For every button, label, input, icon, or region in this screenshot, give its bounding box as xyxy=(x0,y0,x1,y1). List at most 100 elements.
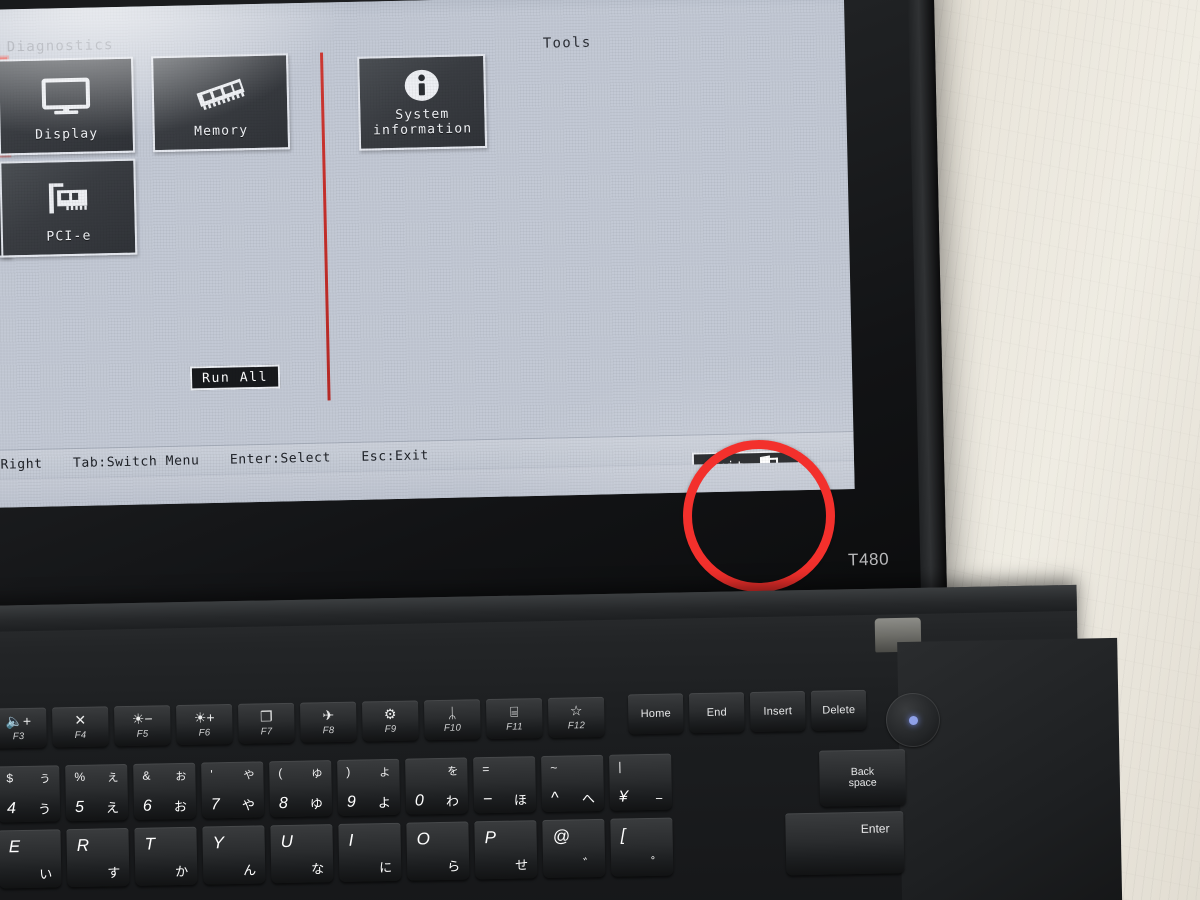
key-f3[interactable]: 🔈+ F3 xyxy=(0,707,47,749)
key-number-8[interactable]: (ゆ 8 ゆ xyxy=(269,760,333,818)
key-fn-label: F6 xyxy=(198,727,211,739)
key-primary-glyph: I xyxy=(348,830,354,850)
key-f6[interactable]: ☀+ F6 xyxy=(176,703,233,746)
key-kana-glyph: や xyxy=(241,797,256,813)
key-primary-glyph: P xyxy=(484,827,497,848)
diagnostic-tile-label-display: Display xyxy=(34,126,99,143)
bios-key-hints: :Left/Right Tab:Switch Menu Enter:Select… xyxy=(0,447,451,473)
key-number-7[interactable]: ' や 7 や xyxy=(201,761,265,819)
key-kana-glyph: へ xyxy=(581,791,596,807)
key-r[interactable]: Rす xyxy=(66,827,130,888)
diagnostic-tile-display[interactable]: Display xyxy=(0,56,136,156)
key-fn-label: F9 xyxy=(384,723,397,736)
key-p[interactable]: Pせ xyxy=(474,820,538,880)
key-o[interactable]: Oら xyxy=(406,821,470,881)
key-primary-glyph: 0 xyxy=(414,792,424,810)
tools-tile-label-system-information: System information xyxy=(372,106,473,139)
mic-mute-icon: ✕ xyxy=(74,711,87,729)
diagnostic-tile-memory[interactable]: Memory xyxy=(151,53,291,153)
key-number-5[interactable]: % え 5 え xyxy=(65,763,129,822)
key-number-−[interactable]: = − ほ xyxy=(473,756,537,814)
key-backspace[interactable]: Back space xyxy=(819,749,907,807)
run-all-button[interactable]: Run All xyxy=(189,364,281,391)
key-primary-glyph: [ xyxy=(620,825,626,845)
run-all-label: Run All xyxy=(201,369,269,386)
key-kana-glyph: い xyxy=(39,866,53,882)
key-kana-shift-glyph: え xyxy=(107,772,119,785)
key-primary-glyph: 9 xyxy=(346,793,356,811)
key-number-0[interactable]: を 0 わ xyxy=(405,757,469,815)
key-f8[interactable]: ✈ F8 xyxy=(300,701,357,743)
key-primary-glyph: T xyxy=(144,834,156,854)
tools-tile-system-information[interactable]: System information xyxy=(357,53,488,151)
key-kana-glyph: か xyxy=(175,863,189,880)
key-primary-glyph: U xyxy=(280,831,294,852)
key-fn-label: F3 xyxy=(12,730,25,743)
key-kana-shift-glyph: お xyxy=(175,770,187,784)
keyboard-number-row: #あ3あ$う4う%え5え&お6お'や7や(ゆ8ゆ)よ9よを0わ=−ほ~^へ|¥− xyxy=(0,753,673,824)
key-shift-glyph: $ xyxy=(6,771,14,786)
key-f4[interactable]: ✕ F4 xyxy=(52,706,109,748)
key-u[interactable]: Uな xyxy=(270,824,334,884)
key-enter[interactable]: Enter xyxy=(785,811,905,876)
key-f9[interactable]: ⚙ F9 xyxy=(361,700,419,742)
key-y[interactable]: Yん xyxy=(202,825,266,885)
key-insert[interactable]: Insert xyxy=(749,690,806,733)
key-kana-shift-glyph: ゆ xyxy=(311,768,323,781)
key-f12[interactable]: ☆ F12 xyxy=(547,696,605,738)
bezel-model-label: T480 xyxy=(847,549,890,570)
key-label: Enter xyxy=(860,821,890,836)
key-i[interactable]: Iに xyxy=(338,822,402,882)
key-e[interactable]: Eい xyxy=(0,829,62,889)
keyboard-nav-keys: Home End Insert Delete xyxy=(627,689,867,735)
key-kana-glyph: え xyxy=(105,800,120,816)
key-primary-glyph: E xyxy=(8,837,21,857)
key-primary-glyph: 6 xyxy=(142,797,153,815)
key-f11[interactable]: ⌸ F11 xyxy=(485,698,543,740)
key-label: End xyxy=(706,706,727,719)
key-label: Home xyxy=(640,707,671,721)
pcie-card-icon xyxy=(1,161,134,232)
key-number-9[interactable]: ) よ 9 よ xyxy=(337,758,401,816)
bios-version-text: Lenovo xyxy=(676,0,726,1)
key-kana-glyph: ゜ xyxy=(650,854,665,870)
key-end[interactable]: End xyxy=(688,692,745,734)
key-bracket-left[interactable]: [゜ xyxy=(610,817,674,877)
key-primary-glyph: O xyxy=(416,829,431,849)
key-kana-shift-glyph: う xyxy=(39,773,51,786)
key-kana-glyph: よ xyxy=(377,794,392,811)
bios-top-strip: Lenovo xyxy=(0,0,845,25)
key-number-^[interactable]: ~ ^ へ xyxy=(541,754,605,813)
key-f7[interactable]: ❐ F7 xyxy=(238,702,295,744)
key-f10[interactable]: ᛦ F10 xyxy=(423,699,481,741)
key-kana-glyph: わ xyxy=(445,793,460,809)
info-icon xyxy=(359,56,484,110)
key-primary-glyph: @ xyxy=(552,826,571,846)
key-t[interactable]: Tか xyxy=(134,826,198,886)
diagnostic-tile-pcie[interactable]: PCI-e xyxy=(0,158,138,258)
key-kana-glyph: う xyxy=(37,801,52,817)
key-label: Back space xyxy=(848,765,877,790)
keyboard-function-row: 🔈−F2🔈+F3✕F4☀−F5☀+F6❐F7✈F8⚙F9ᛦF10⌸F11☆F12 xyxy=(0,696,605,750)
key-delete[interactable]: Delete xyxy=(810,689,867,731)
key-hint-left-right: :Left/Right xyxy=(0,456,43,474)
key-kana-glyph: に xyxy=(379,859,393,876)
key-primary-glyph: 4 xyxy=(6,800,17,818)
key-shift-glyph: ( xyxy=(278,766,283,781)
key-number-4[interactable]: $ う 4 う xyxy=(0,765,61,823)
laptop-screen: Lenovo Diagnostics Tools xyxy=(0,0,855,509)
key-kana-shift-glyph: よ xyxy=(379,766,391,780)
key-number-6[interactable]: & お 6 お xyxy=(133,762,197,820)
key-hint-exit: Esc:Exit xyxy=(361,447,429,465)
key-number-¥[interactable]: | ¥ − xyxy=(609,753,673,811)
key-f5[interactable]: ☀− F5 xyxy=(114,705,171,747)
key-kana-glyph: お xyxy=(173,798,188,815)
key-fn-label: F10 xyxy=(443,722,462,734)
key-at[interactable]: @ ゛ xyxy=(542,818,606,879)
key-fn-label: F11 xyxy=(506,721,523,733)
key-home[interactable]: Home xyxy=(627,693,684,735)
key-shift-glyph: & xyxy=(142,768,151,783)
key-primary-glyph: 7 xyxy=(210,796,221,814)
key-kana-glyph: ほ xyxy=(513,792,528,808)
key-primary-glyph: 8 xyxy=(278,794,289,813)
